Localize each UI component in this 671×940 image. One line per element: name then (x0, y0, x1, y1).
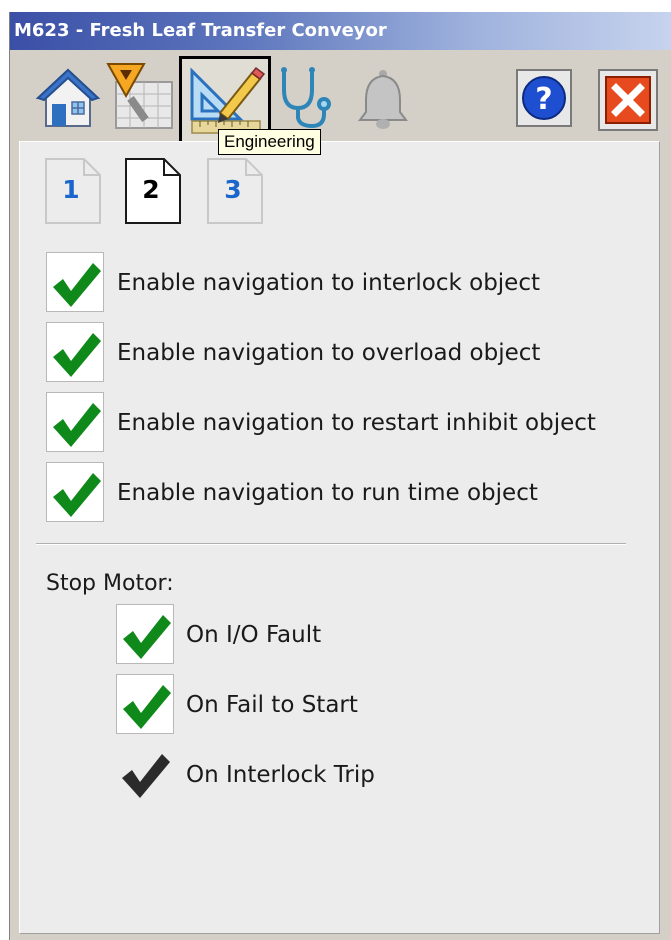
title-bar: M623 - Fresh Leaf Transfer Conveyor (10, 12, 671, 50)
alarms-button[interactable] (352, 66, 414, 130)
stop-on-io-fault-label: On I/O Fault (186, 622, 322, 648)
page-tab-label: 1 (62, 175, 80, 204)
stethoscope-icon (281, 67, 331, 129)
close-icon (605, 76, 651, 124)
page-tab-2[interactable]: 2 (124, 157, 184, 227)
diagnostics-button[interactable] (274, 64, 340, 130)
home-icon (36, 68, 100, 127)
stop-on-interlock-trip-label: On Interlock Trip (186, 762, 375, 788)
stop-on-io-fault-checkbox[interactable] (116, 604, 174, 664)
nav-interlock-label: Enable navigation to interlock object (117, 270, 540, 296)
engineering-tooltip: Engineering (218, 129, 321, 155)
content-panel (19, 141, 660, 934)
help-button[interactable]: ? (516, 69, 572, 127)
nav-restart-inhibit-label: Enable navigation to restart inhibit obj… (117, 410, 596, 436)
nav-overload-label: Enable navigation to overload object (117, 340, 541, 366)
stop-motor-label: Stop Motor: (46, 571, 174, 596)
nav-restart-inhibit-checkbox[interactable] (46, 392, 104, 452)
svg-text:?: ? (535, 82, 552, 117)
nav-run-time-label: Enable navigation to run time object (117, 480, 538, 506)
stop-on-fail-to-start-label: On Fail to Start (186, 692, 358, 718)
page-tab-3[interactable]: 3 (206, 157, 266, 227)
help-icon: ? (522, 76, 566, 120)
checkmark-icon (53, 403, 101, 447)
checkmark-icon (122, 754, 170, 798)
section-divider (36, 543, 626, 545)
nav-overload-checkbox[interactable] (46, 322, 104, 382)
checkmark-icon (53, 473, 101, 517)
maintenance-button[interactable] (106, 62, 176, 132)
maintenance-calendar-icon (106, 63, 173, 129)
nav-interlock-checkbox[interactable] (46, 252, 104, 312)
home-button[interactable] (36, 66, 100, 130)
page-tab-label: 2 (142, 175, 160, 204)
checkmark-icon (123, 615, 171, 659)
page-tab-label: 3 (224, 175, 242, 204)
checkmark-icon (123, 685, 171, 729)
checkmark-icon (53, 263, 101, 307)
nav-run-time-checkbox[interactable] (46, 462, 104, 522)
page-tab-1[interactable]: 1 (44, 157, 104, 227)
checkmark-icon (53, 333, 101, 377)
close-button[interactable] (598, 69, 658, 131)
stop-on-interlock-trip-checkbox (118, 748, 172, 802)
bell-icon (358, 70, 408, 129)
stop-on-fail-to-start-checkbox[interactable] (116, 674, 174, 734)
window-title: M623 - Fresh Leaf Transfer Conveyor (14, 20, 387, 41)
